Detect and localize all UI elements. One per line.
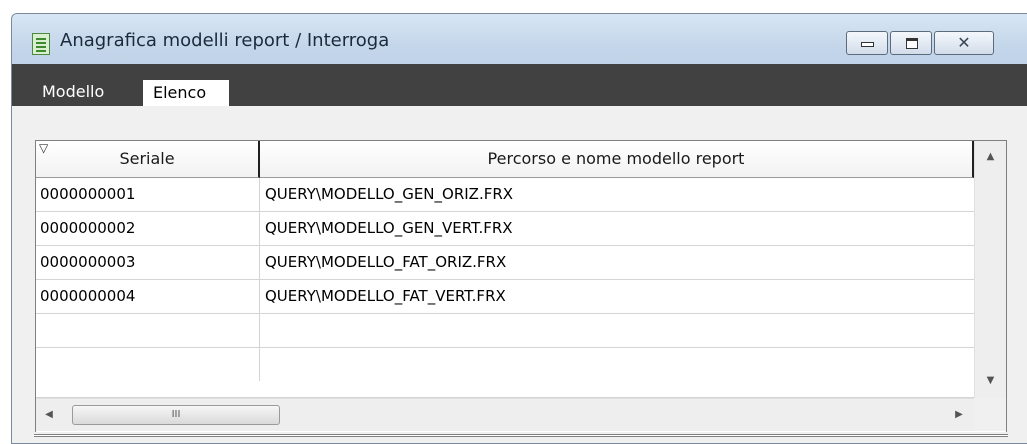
scrollbar-corner (974, 398, 1006, 431)
table-row[interactable]: 0000000004 QUERY\MODELLO_FAT_VERT.FRX (36, 280, 974, 314)
cell-percorso[interactable] (260, 314, 974, 347)
maximize-button[interactable] (890, 31, 932, 55)
table-row[interactable]: 0000000002 QUERY\MODELLO_GEN_VERT.FRX (36, 212, 974, 246)
minimize-button[interactable] (846, 31, 888, 55)
tab-elenco[interactable]: Elenco (143, 80, 229, 106)
horizontal-scroll-thumb[interactable]: III (72, 405, 280, 425)
table-row[interactable] (36, 314, 974, 348)
cell-percorso[interactable]: QUERY\MODELLO_GEN_ORIZ.FRX (260, 178, 974, 211)
cell-seriale[interactable] (36, 314, 260, 347)
table-row[interactable]: 0000000003 QUERY\MODELLO_FAT_ORIZ.FRX (36, 246, 974, 280)
tab-bar: Modello Elenco (12, 64, 1027, 106)
column-header-percorso[interactable]: Percorso e nome modello report (260, 141, 974, 178)
scroll-right-icon[interactable]: ▶ (948, 399, 970, 431)
app-form-icon (32, 33, 50, 55)
cell-percorso[interactable] (260, 348, 974, 381)
cell-percorso[interactable]: QUERY\MODELLO_GEN_VERT.FRX (260, 212, 974, 245)
window-title: Anagrafica modelli report / Interroga (60, 30, 390, 51)
cell-seriale[interactable]: 0000000002 (36, 212, 260, 245)
column-header-seriale[interactable]: ▽ Seriale (36, 141, 260, 178)
models-grid: ▽ Seriale Percorso e nome modello report… (35, 140, 1007, 432)
sort-indicator-icon: ▽ (39, 141, 49, 155)
panel-divider (34, 434, 1008, 437)
report-models-window: Anagrafica modelli report / Interroga ✕ … (11, 13, 1027, 444)
cell-seriale[interactable]: 0000000003 (36, 246, 260, 279)
cell-percorso[interactable]: QUERY\MODELLO_FAT_ORIZ.FRX (260, 246, 974, 279)
cell-seriale[interactable]: 0000000001 (36, 178, 260, 211)
column-header-seriale-label: Seriale (119, 149, 175, 168)
vertical-scrollbar[interactable]: ▲ ▼ (974, 141, 1006, 398)
scroll-down-icon[interactable]: ▼ (975, 371, 1006, 391)
minimize-icon (847, 32, 887, 54)
maximize-icon (891, 32, 931, 54)
close-icon: ✕ (957, 33, 971, 52)
scroll-up-icon[interactable]: ▲ (975, 147, 1006, 167)
elenco-panel: ▽ Seriale Percorso e nome modello report… (12, 106, 1027, 443)
cell-seriale[interactable] (36, 348, 260, 381)
table-row[interactable] (36, 348, 974, 398)
table-row[interactable]: 0000000001 QUERY\MODELLO_GEN_ORIZ.FRX (36, 178, 974, 212)
close-button[interactable]: ✕ (934, 31, 994, 55)
cell-seriale[interactable]: 0000000004 (36, 280, 260, 313)
tab-modello[interactable]: Modello (34, 78, 124, 106)
cell-percorso[interactable]: QUERY\MODELLO_FAT_VERT.FRX (260, 280, 974, 313)
horizontal-scrollbar[interactable]: ◀ III ▶ (36, 398, 974, 431)
scroll-left-icon[interactable]: ◀ (38, 399, 60, 431)
